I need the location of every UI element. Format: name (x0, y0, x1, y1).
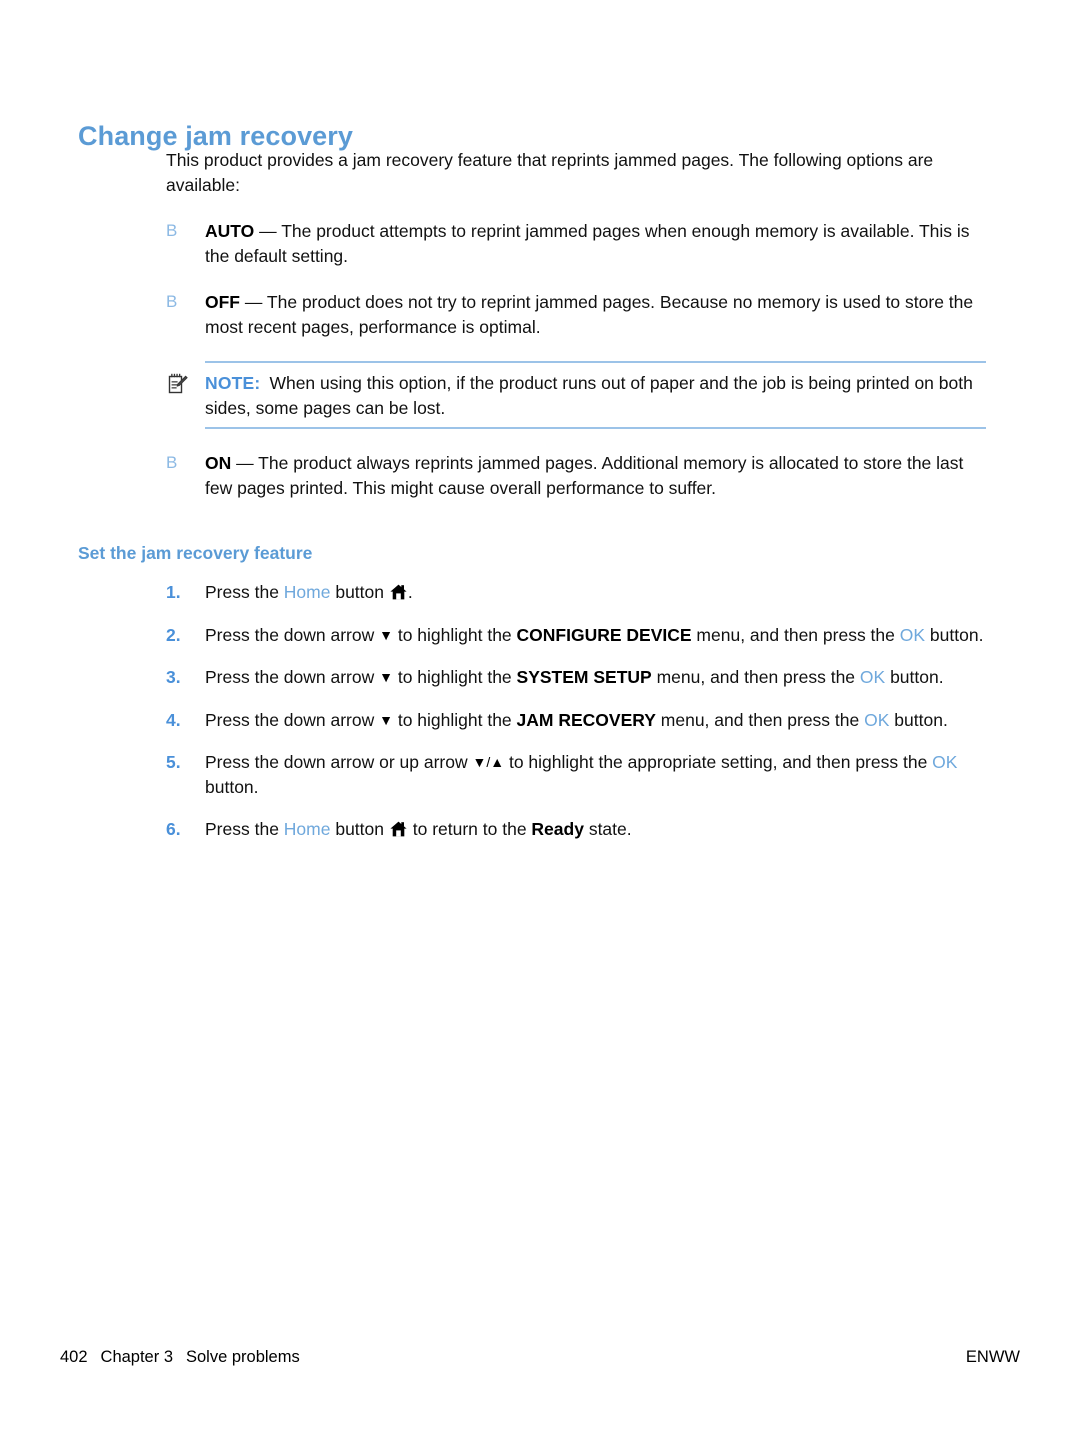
footer-left: 402 Chapter 3 Solve problems (60, 1348, 300, 1367)
step-text: Press the down arrow or up arrow ▼/▲ to … (205, 752, 957, 797)
step-number: 2. (166, 624, 181, 645)
step-text-run: button (330, 582, 389, 602)
option-dash: — (240, 292, 267, 312)
step-text: Press the down arrow ▼ to highlight the … (205, 625, 983, 645)
step-text-run: button. (889, 709, 948, 730)
option-description: The product always reprints jammed pages… (205, 453, 964, 498)
step-control-label: Home (283, 819, 331, 839)
footer-page-number: 402 (60, 1348, 88, 1366)
step-text-run: button. (885, 667, 944, 687)
step-text: Press the down arrow ▼ to highlight the … (205, 667, 944, 687)
arrow-icon: ▼ (379, 669, 393, 685)
option-term-text: ON (205, 453, 232, 473)
step-control-label: Home (283, 582, 331, 602)
step-text: Press the Home button . (205, 582, 413, 602)
note-body: NOTE: When using this option, if the prod… (205, 361, 986, 429)
step-control-label: OK (932, 752, 958, 772)
step-emphasis: SYSTEM SETUP (516, 667, 652, 687)
step-text-run: to highlight the (392, 709, 517, 730)
note-top-rule (205, 361, 986, 363)
step-text-run: menu, and then press the (651, 667, 860, 687)
step-number: 4. (166, 709, 181, 730)
step-text-run: Press the down arrow (205, 709, 380, 730)
step-text-run: menu, and then press the (655, 709, 865, 730)
main-content: This product provides a jam recovery fea… (166, 148, 986, 522)
option-description: The product does not try to reprint jamm… (205, 292, 974, 337)
footer-chapter: Chapter 3 (100, 1348, 173, 1366)
step-text-run: to return to the (407, 819, 532, 839)
step-item: 2. Press the down arrow ▼ to highlight th… (166, 623, 994, 648)
step-item: 1. Press the Home button . (166, 580, 994, 605)
step-text-run: Press the down arrow or up arrow (205, 752, 473, 772)
step-number: 5. (166, 752, 181, 772)
note-callout: NOTE: When using this option, if the prod… (166, 361, 986, 429)
step-number: 6. (166, 819, 181, 839)
option-item-off: B OFF — The product does not try to repr… (166, 290, 986, 339)
note-label: NOTE: (205, 373, 261, 393)
note-text: When using this option, if the product r… (205, 373, 973, 418)
arrow-icon: ▼ (379, 711, 393, 728)
note-pencil-icon (168, 373, 188, 394)
step-emphasis: CONFIGURE DEVICE (516, 624, 692, 645)
step-text-run: . (407, 582, 413, 602)
document-page: Change jam recovery This product provide… (0, 0, 1080, 1437)
home-icon (390, 582, 407, 600)
footer-chapter-title: Solve problems (186, 1348, 300, 1366)
numbered-steps-list: 1. Press the Home button . 2. Press the dow… (166, 580, 994, 860)
option-term-text: AUTO (205, 221, 255, 241)
step-number: 1. (166, 582, 181, 602)
option-dash: — (231, 453, 259, 473)
option-description: The product attempts to reprint jammed p… (205, 221, 970, 266)
option-dash: — (254, 221, 282, 241)
step-emphasis: JAM RECOVERY (516, 709, 656, 730)
step-emphasis: Ready (531, 819, 584, 839)
home-icon (390, 819, 407, 837)
option-term: AUTO — The product attempts to reprint j… (205, 221, 970, 266)
step-text: Press the down arrow ▼ to highlight the … (205, 710, 948, 730)
step-text-run: button. (205, 776, 259, 797)
bullet-icon: B (166, 292, 178, 311)
step-item: 4. Press the down arrow ▼ to highlight th… (166, 708, 994, 733)
bullet-icon: B (166, 453, 178, 472)
step-text-run: to highlight the appropriate setting, an… (504, 752, 933, 772)
page-footer: 402 Chapter 3 Solve problems ENWW (60, 1348, 1020, 1372)
step-item: 5. Press the down arrow or up arrow ▼/▲ t… (166, 750, 994, 799)
step-text-run: to highlight the (392, 624, 517, 645)
intro-paragraph: This product provides a jam recovery fea… (166, 150, 934, 195)
step-text-run: state. (583, 819, 632, 839)
step-text-run: button. (925, 624, 984, 645)
step-number: 3. (166, 667, 181, 687)
footer-locale: ENWW (965, 1348, 1020, 1366)
step-item: 3. Press the down arrow ▼ to highlight th… (166, 665, 994, 690)
option-term: OFF — The product does not try to reprin… (205, 292, 973, 337)
section-subheading: Set the jam recovery feature (78, 542, 313, 563)
step-control-label: OK (864, 709, 890, 730)
option-term: ON — The product always reprints jammed … (205, 453, 963, 498)
option-item-auto: B AUTO — The product attempts to reprint… (166, 219, 986, 268)
step-item: 6. Press the Home button to return to the… (166, 817, 994, 842)
bullet-icon: B (166, 221, 178, 240)
step-control-label: OK (899, 624, 926, 645)
step-text-run: Press the down arrow (205, 624, 380, 645)
step-text-run: Press the (205, 819, 284, 839)
option-term-text: OFF (205, 292, 240, 312)
step-text: Press the Home button to return to the R… (205, 819, 632, 839)
step-text-run: menu, and then press the (691, 624, 900, 645)
step-text-run: button (330, 819, 389, 839)
arrow-icon: ▼ (379, 626, 393, 643)
arrow-icon: ▼/▲ (472, 754, 505, 770)
step-control-label: OK (859, 667, 886, 687)
step-text-run: Press the (205, 582, 284, 602)
step-text-run: Press the down arrow (205, 667, 380, 687)
option-item-on: B ON — The product always reprints jamme… (166, 451, 986, 500)
note-bottom-rule (205, 427, 986, 429)
step-text-run: to highlight the (392, 667, 517, 687)
